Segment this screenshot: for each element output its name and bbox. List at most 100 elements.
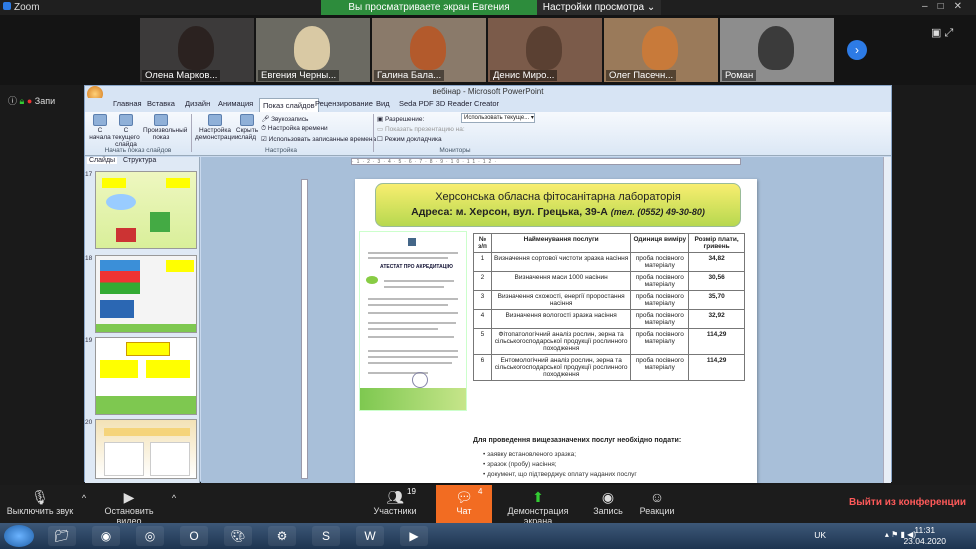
info-icon[interactable]: ⓘ xyxy=(8,96,17,106)
rehearse-timings-button[interactable]: ⏱︎ Настройка времени xyxy=(261,125,328,133)
setup-show-button[interactable]: Настройка демонстрации xyxy=(195,114,239,141)
microphone-icon: 🎙︎ xyxy=(31,489,49,505)
current-slide[interactable]: Херсонська обласна фітосанітарна лаборат… xyxy=(355,179,757,483)
mute-button[interactable]: 🎙︎ Выключить звук xyxy=(4,489,76,516)
slide-thumbnail[interactable] xyxy=(95,337,197,415)
maximize-icon[interactable]: □ xyxy=(938,1,954,12)
group-monitors-label: Мониторы xyxy=(439,147,471,154)
tab-seda-pdf[interactable]: Seda PDF 3D Reader Creator xyxy=(399,99,499,108)
minimize-icon[interactable]: – xyxy=(922,1,938,12)
slide-address: Адреса: м. Херсон, вул. Грецька, 39-А (т… xyxy=(411,206,705,218)
slide-thumbnail[interactable] xyxy=(95,171,197,249)
custom-show-button[interactable]: Произвольный показ xyxy=(143,114,187,141)
from-start-button[interactable]: С начала xyxy=(89,114,111,141)
column-header: Розмір плати, гривень xyxy=(688,233,745,253)
show-on-select[interactable]: ▭ Показать презентацию на: xyxy=(377,125,465,133)
thumb-shape xyxy=(126,342,170,356)
group-start-label: Начать показ слайдов xyxy=(104,147,172,154)
column-header: Одиниця виміру xyxy=(630,233,690,253)
language-indicator[interactable]: UK xyxy=(814,530,826,540)
setup-icon xyxy=(208,114,222,126)
skype-icon[interactable]: S xyxy=(312,526,340,546)
slide-title: Херсонська обласна фітосанітарна лаборат… xyxy=(435,191,681,203)
tab-slides[interactable]: Слайды xyxy=(87,157,118,164)
accreditation-logo-icon xyxy=(366,276,378,284)
record-button[interactable]: ◉ Запись xyxy=(588,489,628,516)
zoom-app-icon[interactable]: ▶︎ xyxy=(400,526,428,546)
participant-name: Денис Миро... xyxy=(490,70,558,81)
tab-animation[interactable]: Анимация xyxy=(218,99,253,108)
participant-tile[interactable]: Евгения Черны... xyxy=(256,18,370,82)
slideshow-current-icon xyxy=(119,114,133,126)
column-header: Найменування послуги xyxy=(490,233,632,253)
tab-design[interactable]: Дизайн xyxy=(185,99,210,108)
ppt-title-bar: вебінар - Microsoft PowerPoint xyxy=(85,86,891,98)
tab-outline[interactable]: Структура xyxy=(123,157,156,164)
zoom-title-bar: Zoom Вы просматриваете экран Евгения Чер… xyxy=(0,0,976,28)
reactions-button[interactable]: ☺︎ Реакции xyxy=(636,489,678,516)
tab-review[interactable]: Рецензирование xyxy=(315,99,373,108)
emoji-icon: ☺︎ xyxy=(649,489,665,505)
chrome-icon[interactable]: ◎ xyxy=(136,526,164,546)
column-header: № з/п xyxy=(473,233,492,253)
chat-count: 4 xyxy=(478,487,483,496)
thumb-shape xyxy=(96,396,196,414)
record-dot-icon: ● xyxy=(26,96,33,106)
lock-icon[interactable]: 🔒︎ xyxy=(20,96,25,106)
slide-thumbnail[interactable] xyxy=(95,255,197,333)
record-narration-button[interactable]: 🎤︎ Звукозапись xyxy=(261,115,308,123)
start-button-icon[interactable] xyxy=(4,525,34,547)
settings-app-icon[interactable]: ⚙︎ xyxy=(268,526,296,546)
tab-view[interactable]: Вид xyxy=(376,99,390,108)
table-row: 6 Ентомологічний аналіз рослин, зерна та … xyxy=(473,354,745,381)
participant-name: Олег Пасечн... xyxy=(606,70,677,81)
opera-icon[interactable]: O xyxy=(180,526,208,546)
stop-video-button[interactable]: ▶︎ Остановить видео xyxy=(92,489,166,526)
resolution-select[interactable]: Использовать текуще... ▾ xyxy=(461,113,535,123)
certificate-footer-stripe xyxy=(360,388,466,410)
from-current-button[interactable]: С текущего слайда xyxy=(111,114,141,148)
horizontal-ruler: ·1·2·3·4·5·6·7·8·9·10·11·12· xyxy=(351,158,741,165)
participant-tile[interactable]: Олег Пасечн... xyxy=(604,18,718,82)
requirement-bullet: • документ, що підтверджує оплату надани… xyxy=(483,471,637,478)
thumb-shape xyxy=(150,212,170,232)
thumb-shape xyxy=(106,194,136,210)
tab-home[interactable]: Главная xyxy=(113,99,142,108)
taskbar-clock[interactable]: 11:31 23.04.2020 xyxy=(903,525,946,547)
slide-editor: ·1·2·3·4·5·6·7·8·9·10·11·12· Херсонська … xyxy=(201,157,891,483)
slide-thumbnail[interactable] xyxy=(95,419,197,479)
audio-options-chevron-icon[interactable]: ^ xyxy=(78,493,90,503)
file-explorer-icon[interactable]: 📁︎ xyxy=(48,526,76,546)
participant-tile[interactable]: Олена Марков... xyxy=(140,18,254,82)
firefox-icon[interactable]: ◉ xyxy=(92,526,120,546)
chat-button[interactable]: 💬︎ Чат xyxy=(436,485,492,523)
window-controls[interactable]: –□✕ xyxy=(922,1,972,12)
view-settings-button[interactable]: Настройки просмотра ⌄ xyxy=(537,0,661,15)
presenter-view-checkbox[interactable]: ☐ Режим докладчика xyxy=(377,135,442,143)
video-options-chevron-icon[interactable]: ^ xyxy=(168,493,180,503)
hide-slide-button[interactable]: Скрыть слайд xyxy=(235,114,259,141)
price-table: № з/п Найменування послуги Одиниця вимір… xyxy=(473,233,745,381)
video-camera-icon: ▶︎ xyxy=(123,489,135,505)
tab-insert[interactable]: Вставка xyxy=(147,99,175,108)
participant-tile[interactable]: Роман xyxy=(720,18,834,82)
next-page-arrow-icon[interactable]: › xyxy=(847,40,867,60)
participant-tile[interactable]: Галина Бала... xyxy=(372,18,486,82)
thumb-shape xyxy=(100,300,134,318)
tab-slideshow[interactable]: Показ слайдов xyxy=(259,98,319,112)
vertical-scrollbar[interactable] xyxy=(883,157,891,483)
ribbon: С начала С текущего слайда Произвольный … xyxy=(85,112,891,156)
stamp-icon xyxy=(412,372,428,388)
table-row: 2 Визначення маси 1000 насінин проба посів… xyxy=(473,271,745,291)
use-timings-checkbox[interactable]: ☑ Использовать записанные времена xyxy=(261,135,376,143)
coat-of-arms-icon xyxy=(408,238,416,246)
record-icon: ◉ xyxy=(601,489,615,505)
share-screen-button[interactable]: ⬆︎ Демонстрация экрана xyxy=(494,489,582,526)
paint-icon[interactable]: 🎨︎ xyxy=(224,526,252,546)
leave-meeting-button[interactable]: Выйти из конференции xyxy=(849,497,966,508)
word-icon[interactable]: W xyxy=(356,526,384,546)
gallery-layout-icon[interactable]: ▣ ⤢ xyxy=(931,26,953,40)
participant-tile[interactable]: Денис Миро... xyxy=(488,18,602,82)
close-icon[interactable]: ✕ xyxy=(954,1,972,12)
windows-taskbar: 📁︎ ◉ ◎ O 🎨︎ ⚙︎ S W ▶︎ UK ▴ ⚑ ▮ ◀︎) 11:31… xyxy=(0,523,976,549)
